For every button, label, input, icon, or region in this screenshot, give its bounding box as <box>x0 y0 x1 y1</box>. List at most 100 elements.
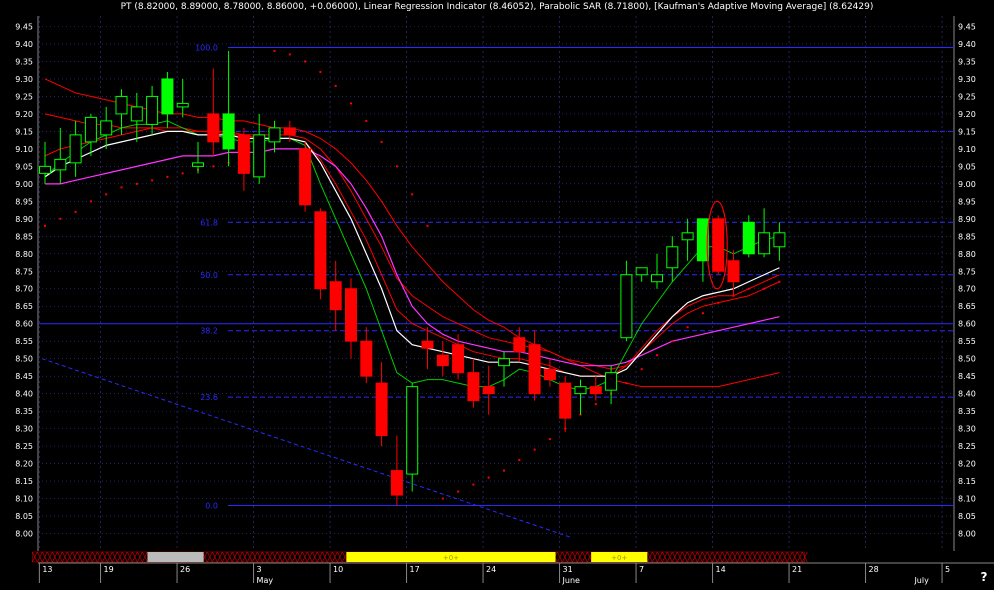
candle-body <box>620 274 633 339</box>
sar-dot <box>304 60 307 63</box>
sar-dot <box>640 368 643 371</box>
candle-body <box>436 354 449 367</box>
y-tick-label-right: 8.70 <box>958 285 976 294</box>
candle-body <box>115 95 128 115</box>
y-tick-label-left: 9.15 <box>15 127 33 136</box>
candle-body <box>268 127 281 143</box>
candle-body <box>329 281 342 311</box>
y-tick-label-right: 8.55 <box>958 337 976 346</box>
chart-area: PT (8.82000, 8.89000, 8.78000, 8.86000, … <box>0 0 994 586</box>
candle-body <box>222 113 235 150</box>
y-tick-label-left: 9.30 <box>15 75 33 84</box>
sar-dot <box>181 172 184 175</box>
candle-body <box>192 162 204 167</box>
candle-body <box>421 340 434 349</box>
candle-body <box>498 358 510 367</box>
y-tick-label-right: 9.05 <box>958 162 976 171</box>
sar-dot <box>533 448 536 451</box>
sar-dot <box>426 224 429 227</box>
y-tick-label-left: 9.45 <box>15 22 33 31</box>
y-tick-label-left: 8.25 <box>15 442 33 451</box>
candle-body <box>727 260 740 283</box>
candle-body <box>345 288 357 342</box>
help-icon[interactable]: ? <box>976 570 992 584</box>
y-tick-label-right: 8.95 <box>958 197 976 206</box>
candle-body <box>406 386 419 475</box>
candle-body <box>176 102 189 108</box>
y-tick-label-left: 8.45 <box>15 372 33 381</box>
y-tick-label-right: 8.25 <box>958 442 976 451</box>
candle-body <box>559 382 572 419</box>
y-tick-label-right: 8.90 <box>958 215 976 224</box>
candle-body <box>651 274 663 283</box>
y-tick-label-left: 8.85 <box>15 232 33 241</box>
y-tick-label-left: 8.05 <box>15 512 33 521</box>
y-tick-label-right: 9.30 <box>958 75 976 84</box>
candle-body <box>146 95 159 125</box>
y-tick-label-left: 9.05 <box>15 162 33 171</box>
band-label: +0+ <box>611 554 627 562</box>
chart-header: PT (8.82000, 8.89000, 8.78000, 8.86000, … <box>120 2 874 12</box>
sar-dot <box>518 459 521 462</box>
candle-body <box>390 470 403 496</box>
y-tick-label-right: 8.75 <box>958 267 976 276</box>
y-tick-label-left: 9.40 <box>15 40 33 49</box>
candle-body <box>39 165 51 174</box>
y-tick-label-right: 9.35 <box>958 57 976 66</box>
y-tick-label-left: 8.75 <box>15 267 33 276</box>
candle-body <box>482 386 495 395</box>
candle-body <box>589 386 602 395</box>
candle-body <box>84 116 97 143</box>
candle-body <box>574 386 587 395</box>
candle-body <box>69 134 82 164</box>
candle-body <box>773 232 786 248</box>
sar-dot <box>151 179 154 182</box>
candle-body <box>100 120 113 136</box>
y-tick-label-right: 8.45 <box>958 372 976 381</box>
y-tick-label-left: 8.50 <box>15 355 33 364</box>
y-tick-label-left: 9.25 <box>15 92 33 101</box>
candle-body <box>207 113 220 143</box>
y-tick-label-right: 8.30 <box>958 425 976 434</box>
candle-body <box>452 344 465 374</box>
fib-level-label: 61.8 <box>200 218 218 227</box>
candle-body <box>299 148 312 206</box>
y-tick-label-right: 8.20 <box>958 460 976 469</box>
x-day-label: 24 <box>486 565 496 574</box>
sar-dot <box>166 175 169 178</box>
y-tick-label-right: 8.85 <box>958 232 976 241</box>
y-tick-label-left: 9.00 <box>15 180 33 189</box>
sar-dot <box>120 186 123 189</box>
candle-body <box>543 368 556 381</box>
candle-body <box>253 134 266 178</box>
y-tick-label-left: 8.30 <box>15 425 33 434</box>
candle-body <box>635 267 648 276</box>
sar-dot <box>135 182 138 185</box>
y-tick-label-right: 8.05 <box>958 512 976 521</box>
candle-body <box>666 246 679 269</box>
x-day-label: 10 <box>333 565 343 574</box>
x-day-label: 14 <box>716 565 726 574</box>
sar-dot <box>625 382 628 385</box>
candle-body <box>513 337 526 353</box>
sar-dot <box>487 476 490 479</box>
x-day-label: 17 <box>410 565 420 574</box>
y-tick-label-left: 9.35 <box>15 57 33 66</box>
sar-dot <box>671 340 674 343</box>
candle-body <box>237 134 250 174</box>
y-tick-label-right: 9.20 <box>958 110 976 119</box>
candle-body <box>467 372 480 402</box>
sar-dot <box>395 165 398 168</box>
sar-dot <box>717 301 720 304</box>
y-tick-label-right: 8.60 <box>958 320 976 329</box>
sar-dot <box>89 200 92 203</box>
y-tick-label-left: 8.40 <box>15 390 33 399</box>
y-tick-label-left: 8.00 <box>15 530 33 539</box>
y-tick-label-left: 8.70 <box>15 285 33 294</box>
y-tick-label-right: 8.15 <box>958 477 976 486</box>
y-tick-label-right: 9.45 <box>958 22 976 31</box>
candle-body <box>605 372 618 391</box>
y-tick-label-right: 8.50 <box>958 355 976 364</box>
y-tick-label-left: 9.10 <box>15 145 33 154</box>
candle-body <box>681 232 694 241</box>
